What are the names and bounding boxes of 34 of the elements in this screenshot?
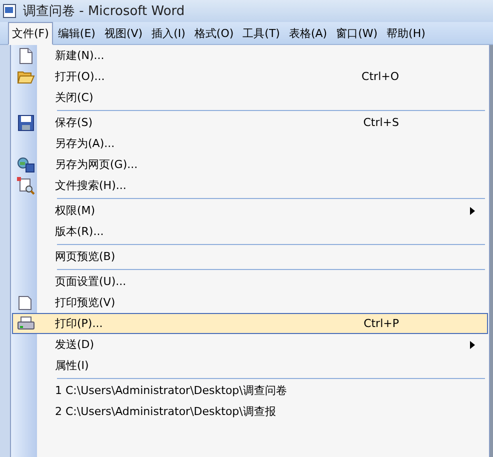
globe-disk-icon (17, 156, 35, 172)
menu-tab[interactable]: 帮助(H) (382, 22, 430, 44)
file-search-icon (17, 176, 35, 194)
menu-item[interactable]: 文件搜索(H)... (12, 175, 488, 196)
window-title: 调查问卷 - Microsoft Word (23, 3, 185, 20)
menu-tab[interactable]: 格式(O) (190, 22, 238, 44)
folder-icon (17, 70, 35, 84)
menu-item[interactable]: 发送(D) (12, 334, 488, 355)
menu-tab[interactable]: 工具(T) (238, 22, 284, 44)
menu-tab[interactable]: 表格(A) (284, 22, 332, 44)
menu-tab[interactable]: 视图(V) (100, 22, 147, 44)
page-preview-icon (18, 296, 34, 310)
menu-item[interactable]: 网页预览(B) (12, 246, 488, 267)
menu-tab[interactable]: 插入(I) (148, 22, 190, 44)
menu-item[interactable]: 属性(I) (12, 355, 488, 376)
menu-tab[interactable]: 窗口(W) (332, 22, 382, 44)
menu-item[interactable]: 页面设置(U)... (12, 271, 488, 292)
menu-item[interactable]: 1 C:\Users\Administrator\Desktop\调查问卷 (12, 380, 488, 401)
document-icon (3, 4, 17, 18)
menu-item[interactable]: 版本(R)... (12, 221, 488, 242)
menu-item[interactable]: 保存(S) Ctrl+S (12, 112, 488, 133)
menu-item[interactable]: 另存为(A)... (12, 133, 488, 154)
menu-item[interactable]: 2 C:\Users\Administrator\Desktop\调查报 (12, 401, 488, 422)
menu-item[interactable]: 打开(O)... Ctrl+O (12, 66, 488, 87)
menu-item[interactable]: 打印预览(V) (12, 292, 488, 313)
menu-item[interactable]: 另存为网页(G)... (12, 154, 488, 175)
menu-item[interactable]: 打印(P)... Ctrl+P (12, 313, 488, 334)
menu-item[interactable]: 权限(M) (12, 200, 488, 221)
menu-tab[interactable]: 编辑(E) (54, 22, 100, 44)
menu-item[interactable]: 新建(N)... (12, 45, 488, 66)
blank-page-icon (19, 48, 33, 64)
printer-icon (17, 316, 35, 332)
menu-tab[interactable]: 文件(F) (8, 22, 53, 45)
menu-item[interactable]: 关闭(C) (12, 87, 488, 108)
